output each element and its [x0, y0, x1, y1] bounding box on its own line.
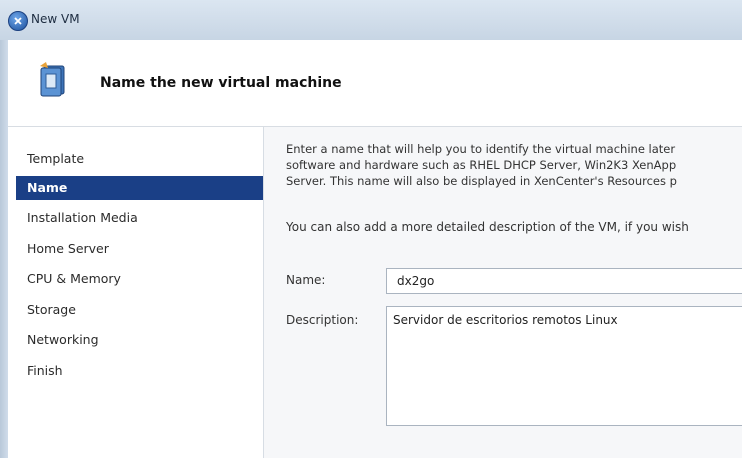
- intro-text: Enter a name that will help you to ident…: [286, 141, 742, 189]
- intro-line: Enter a name that will help you to ident…: [286, 142, 676, 156]
- description-label: Description:: [286, 313, 359, 327]
- name-input[interactable]: [386, 268, 742, 294]
- name-label: Name:: [286, 273, 326, 287]
- wizard-sidebar: Template Name Installation Media Home Se…: [8, 127, 264, 458]
- intro-line: software and hardware such as RHEL DHCP …: [286, 158, 677, 172]
- description-hint: You can also add a more detailed descrip…: [286, 220, 689, 234]
- description-input[interactable]: Servidor de escritorios remotos Linux: [386, 306, 742, 426]
- window-title: New VM: [31, 12, 80, 26]
- sidebar-item-networking[interactable]: Networking: [24, 328, 262, 352]
- wizard-header: Name the new virtual machine: [8, 40, 742, 127]
- sidebar-item-installation-media[interactable]: Installation Media: [24, 206, 262, 230]
- window-frame-left: [0, 40, 8, 458]
- sidebar-item-cpu-memory[interactable]: CPU & Memory: [24, 267, 262, 291]
- sidebar-item-storage[interactable]: Storage: [24, 298, 262, 322]
- page-title: Name the new virtual machine: [100, 75, 342, 91]
- title-bar: New VM: [0, 0, 742, 41]
- sidebar-item-name[interactable]: Name: [16, 176, 263, 200]
- sidebar-item-home-server[interactable]: Home Server: [24, 237, 262, 261]
- sidebar-item-finish[interactable]: Finish: [24, 359, 262, 383]
- sidebar-item-template[interactable]: Template: [24, 147, 262, 171]
- new-vm-icon: [8, 11, 28, 31]
- wizard-page-icon: [38, 62, 68, 98]
- wizard-content: Enter a name that will help you to ident…: [264, 127, 742, 458]
- intro-line: Server. This name will also be displayed…: [286, 174, 677, 188]
